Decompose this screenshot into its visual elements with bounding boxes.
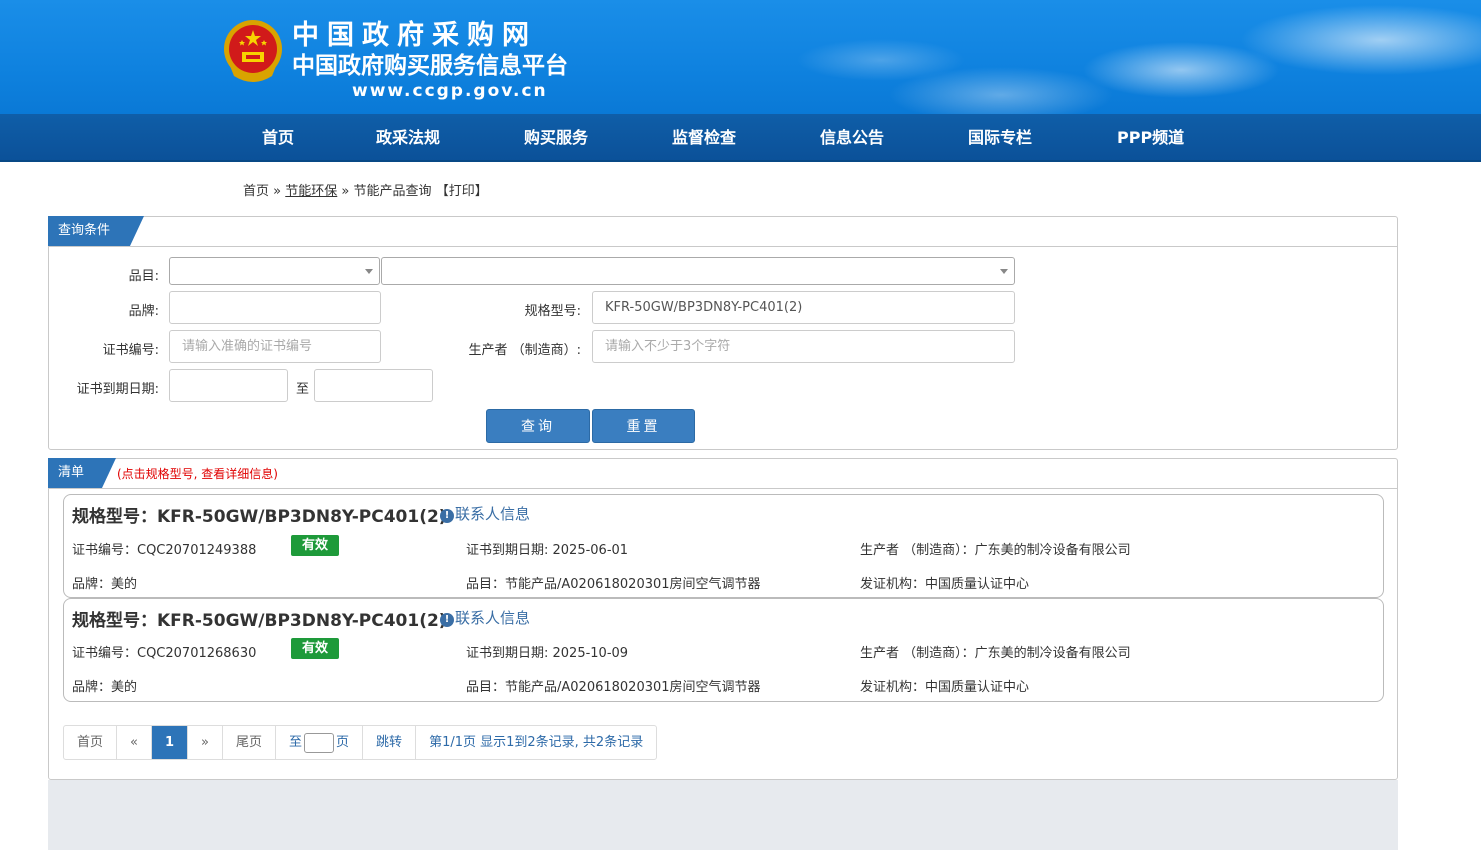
list-tab: 清单 xyxy=(48,458,116,488)
breadcrumb-current: 节能产品查询 xyxy=(353,184,432,199)
national-emblem-icon xyxy=(224,20,282,82)
model-title[interactable]: 规格型号：KFR-50GW/BP3DN8Y-PC401(2) xyxy=(72,606,447,631)
expiry-date: 证书到期日期: 2025-06-01 xyxy=(466,543,629,558)
breadcrumb-separator: » xyxy=(273,184,282,199)
footer-background xyxy=(48,780,1398,850)
model-title[interactable]: 规格型号：KFR-50GW/BP3DN8Y-PC401(2) xyxy=(72,502,447,527)
pager-first[interactable]: 首页 xyxy=(64,726,118,759)
issuer: 发证机构：中国质量认证中心 xyxy=(860,680,1030,695)
query-tab: 查询条件 xyxy=(48,216,144,246)
site-name: 中国政府采购网 xyxy=(292,20,537,51)
nav-item-supervision[interactable]: 监督检查 xyxy=(672,114,736,162)
model-label: 规格型号: xyxy=(524,304,581,319)
expiry-start-input[interactable] xyxy=(169,369,288,402)
pager-last[interactable]: 尾页 xyxy=(223,726,277,759)
brand-input[interactable] xyxy=(169,291,381,324)
list-hint: (点击规格型号, 查看详细信息) xyxy=(117,467,278,481)
pager-summary: 第1/1页 显示1到2条记录, 共2条记录 xyxy=(429,735,644,750)
result-card: 规格型号：KFR-50GW/BP3DN8Y-PC401(2) ! 联系人信息 证书… xyxy=(63,494,1384,598)
category-select-2[interactable] xyxy=(381,257,1015,285)
issuer: 发证机构：中国质量认证中心 xyxy=(860,577,1030,592)
nav-item-home[interactable]: 首页 xyxy=(262,114,294,162)
expiry-to-label: 至 xyxy=(295,382,309,397)
query-panel: 查询条件 品目: 品牌: 规格型号: KFR-50GW/BP3DN8Y-PC40… xyxy=(48,216,1398,450)
cert-no: 证书编号：CQC20701249388 xyxy=(72,543,257,558)
breadcrumb-section[interactable]: 节能环保 xyxy=(285,184,337,199)
manufacturer: 生产者 （制造商）：广东美的制冷设备有限公司 xyxy=(860,543,1131,558)
info-icon: ! xyxy=(440,613,454,627)
model-input[interactable]: KFR-50GW/BP3DN8Y-PC401(2) xyxy=(592,291,1015,324)
category-select-1[interactable] xyxy=(169,257,380,285)
search-button[interactable]: 查询 xyxy=(486,409,590,443)
cloud-decoration xyxy=(621,0,1481,114)
manufacturer-label: 生产者 （制造商）: xyxy=(468,343,581,358)
pagination: 首页 « 1 » 尾页 至页 跳转 第1/1页 显示1到2条记录, 共2条记录 xyxy=(63,725,658,760)
category-label: 品目: xyxy=(128,269,159,284)
expiry-date: 证书到期日期: 2025-10-09 xyxy=(466,646,629,661)
result-panel: 清单 (点击规格型号, 查看详细信息) 规格型号：KFR-50GW/BP3DN8… xyxy=(48,458,1398,780)
category: 品目：节能产品/A020618020301房间空气调节器 xyxy=(466,577,761,592)
contact-info-link[interactable]: ! 联系人信息 xyxy=(440,503,530,524)
pager-jump-button[interactable]: 跳转 xyxy=(363,726,417,759)
expiry-end-input[interactable] xyxy=(314,369,433,402)
reset-button[interactable]: 重置 xyxy=(592,409,695,443)
expiry-label: 证书到期日期: xyxy=(76,382,159,397)
pager-current-page[interactable]: 1 xyxy=(151,726,189,759)
nav-item-international[interactable]: 国际专栏 xyxy=(968,114,1032,162)
pager-next[interactable]: » xyxy=(188,726,223,759)
brand-label: 品牌: xyxy=(128,304,159,319)
info-icon: ! xyxy=(440,509,454,523)
print-link[interactable]: 【打印】 xyxy=(436,184,488,199)
nav-item-purchase-service[interactable]: 购买服务 xyxy=(524,114,588,162)
breadcrumb-home[interactable]: 首页 xyxy=(243,184,269,199)
contact-info-link[interactable]: ! 联系人信息 xyxy=(440,607,530,628)
page-number-input[interactable] xyxy=(304,732,335,753)
header-banner: 中国政府采购网 中国政府购买服务信息平台 www.ccgp.gov.cn xyxy=(0,0,1481,114)
chevron-down-icon xyxy=(1000,269,1008,274)
main-nav: 首页 政采法规 购买服务 监督检查 信息公告 国际专栏 PPP频道 xyxy=(0,114,1481,162)
pager-goto: 至页 xyxy=(276,726,364,759)
breadcrumb: 首页 » 节能环保 » 节能产品查询 【打印】 xyxy=(243,180,488,199)
result-card: 规格型号：KFR-50GW/BP3DN8Y-PC401(2) ! 联系人信息 证书… xyxy=(63,598,1384,702)
site-url: www.ccgp.gov.cn xyxy=(352,81,548,101)
cert-no-label: 证书编号: xyxy=(102,343,159,358)
category: 品目：节能产品/A020618020301房间空气调节器 xyxy=(466,680,761,695)
nav-item-regulations[interactable]: 政采法规 xyxy=(376,114,440,162)
status-badge: 有效 xyxy=(291,638,339,659)
brand: 品牌：美的 xyxy=(72,680,138,695)
manufacturer-input[interactable]: 请输入不少于3个字符 xyxy=(592,330,1015,363)
brand: 品牌：美的 xyxy=(72,577,138,592)
chevron-down-icon xyxy=(365,269,373,274)
nav-item-ppp[interactable]: PPP频道 xyxy=(1117,114,1184,162)
breadcrumb-separator: » xyxy=(341,184,350,199)
status-badge: 有效 xyxy=(291,535,339,556)
manufacturer: 生产者 （制造商）：广东美的制冷设备有限公司 xyxy=(860,646,1131,661)
nav-item-announcements[interactable]: 信息公告 xyxy=(820,114,884,162)
cert-no: 证书编号：CQC20701268630 xyxy=(72,646,257,661)
cert-no-input[interactable]: 请输入准确的证书编号 xyxy=(169,330,381,363)
pager-prev[interactable]: « xyxy=(117,726,152,759)
site-subname: 中国政府购买服务信息平台 xyxy=(292,53,568,79)
